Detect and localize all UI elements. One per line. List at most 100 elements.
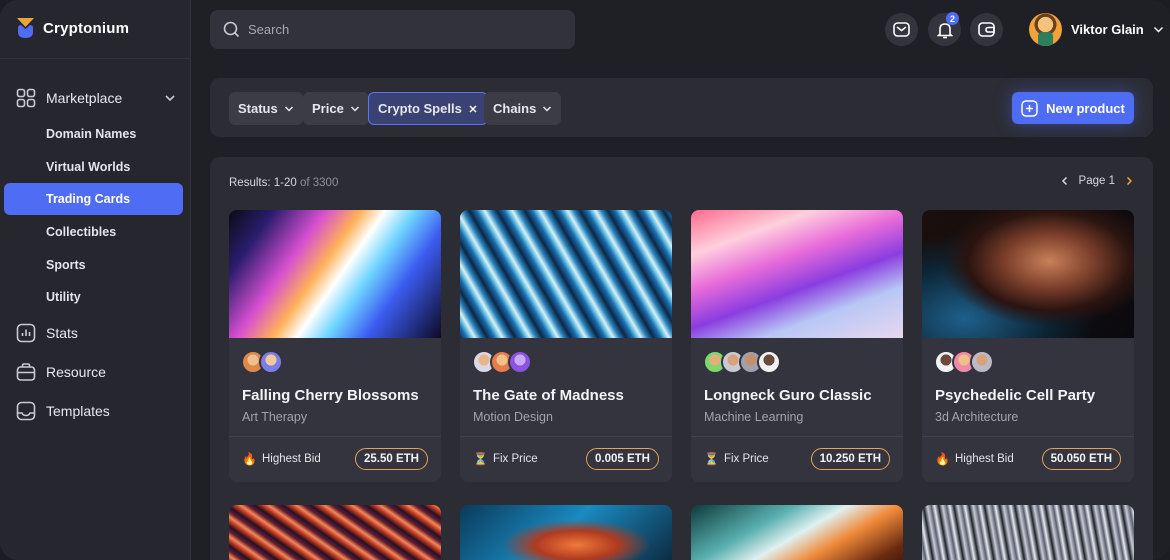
price-badge[interactable]: 0.005 ETH bbox=[586, 448, 659, 470]
wallet-button[interactable] bbox=[970, 13, 1003, 46]
results-count: Results: 1-20 of 3300 bbox=[229, 177, 338, 189]
user-menu[interactable]: Viktor Glain bbox=[1029, 13, 1164, 46]
sidebar-item-resource[interactable]: Resource bbox=[16, 361, 176, 383]
product-image[interactable] bbox=[922, 210, 1134, 338]
search-icon bbox=[223, 21, 240, 38]
product-card[interactable]: Falling Cherry Blossoms Art Therapy 🔥 Hi… bbox=[229, 210, 441, 482]
card-divider bbox=[229, 436, 441, 437]
product-title: Falling Cherry Blossoms bbox=[242, 387, 419, 404]
logo-icon bbox=[17, 18, 34, 38]
price-badge[interactable]: 25.50 ETH bbox=[355, 448, 428, 470]
product-card[interactable] bbox=[691, 505, 903, 560]
filter-label: Crypto Spells bbox=[378, 101, 462, 116]
bid-type: 🔥 Highest Bid bbox=[242, 452, 321, 466]
notification-count-badge: 2 bbox=[946, 12, 959, 25]
chevron-left-icon bbox=[1061, 176, 1067, 186]
fire-icon: 🔥 bbox=[935, 452, 950, 466]
search-bar[interactable] bbox=[210, 10, 575, 49]
bid-type-label: Fix Price bbox=[492, 453, 538, 465]
avatar bbox=[970, 350, 994, 374]
card-divider bbox=[460, 436, 672, 437]
product-image[interactable] bbox=[460, 210, 672, 338]
new-product-label: New product bbox=[1046, 100, 1125, 116]
sidebar-item-marketplace[interactable]: Marketplace bbox=[16, 87, 176, 109]
results-panel: Results: 1-20 of 3300 Page 1 Falling Che… bbox=[210, 157, 1153, 560]
filter-label: Price bbox=[312, 101, 344, 116]
app-name: Cryptonium bbox=[43, 19, 130, 37]
sidebar: Cryptonium Marketplace Domain Names Virt… bbox=[0, 0, 191, 560]
avatar bbox=[508, 350, 532, 374]
card-divider bbox=[922, 436, 1134, 437]
sidebar-item-label: Resource bbox=[46, 364, 106, 380]
product-title: The Gate of Madness bbox=[473, 387, 624, 404]
card-divider bbox=[691, 436, 903, 437]
chevron-down-icon bbox=[543, 105, 552, 112]
owner-avatars bbox=[934, 350, 994, 374]
chevron-down-icon bbox=[350, 105, 359, 112]
user-name: Viktor Glain bbox=[1071, 22, 1144, 37]
chevron-down-icon bbox=[284, 105, 293, 112]
sidebar-subitem-virtual-worlds[interactable]: Virtual Worlds bbox=[4, 151, 183, 183]
grid-icon bbox=[16, 88, 36, 108]
product-category: Art Therapy bbox=[242, 410, 308, 424]
chevron-right-icon bbox=[1126, 176, 1133, 186]
fire-icon: 🔥 bbox=[242, 452, 257, 466]
logo[interactable]: Cryptonium bbox=[16, 17, 129, 39]
sidebar-subitem-collectibles[interactable]: Collectibles bbox=[4, 216, 183, 248]
chevron-down-icon bbox=[1153, 26, 1163, 33]
sidebar-subitem-trading-cards[interactable]: Trading Cards bbox=[4, 183, 183, 215]
bid-type: ⏳ Fix Price bbox=[704, 452, 769, 466]
filter-label: Chains bbox=[493, 101, 537, 116]
stats-icon bbox=[16, 323, 36, 343]
hourglass-icon: ⏳ bbox=[473, 452, 488, 466]
sidebar-subitem-utility[interactable]: Utility bbox=[4, 281, 183, 313]
wallet-icon bbox=[978, 22, 995, 37]
sidebar-item-label: Marketplace bbox=[46, 90, 123, 106]
product-card[interactable]: Psychedelic Cell Party 3d Architecture 🔥… bbox=[922, 210, 1134, 482]
product-image[interactable] bbox=[229, 210, 441, 338]
pagination: Page 1 bbox=[1060, 175, 1134, 187]
sidebar-divider bbox=[0, 58, 191, 59]
search-input[interactable] bbox=[248, 22, 548, 37]
filter-status[interactable]: Status bbox=[229, 92, 303, 125]
notifications-button[interactable]: 2 bbox=[928, 12, 961, 46]
owner-avatars bbox=[241, 350, 283, 374]
product-image[interactable] bbox=[691, 210, 903, 338]
product-card[interactable] bbox=[460, 505, 672, 560]
product-title: Longneck Guro Classic bbox=[704, 387, 872, 404]
filter-price[interactable]: Price bbox=[303, 92, 369, 125]
price-badge[interactable]: 10.250 ETH bbox=[810, 448, 890, 470]
product-card[interactable]: Longneck Guro Classic Machine Learning ⏳… bbox=[691, 210, 903, 482]
sidebar-subitem-sports[interactable]: Sports bbox=[4, 249, 183, 281]
filter-bar: Status Price Crypto Spells Chains New pr… bbox=[210, 78, 1153, 137]
product-card[interactable]: The Gate of Madness Motion Design ⏳ Fix … bbox=[460, 210, 672, 482]
filter-crypto-spells[interactable]: Crypto Spells bbox=[368, 92, 488, 125]
bid-type: ⏳ Fix Price bbox=[473, 452, 538, 466]
avatar bbox=[1029, 13, 1062, 46]
filter-chains[interactable]: Chains bbox=[484, 92, 562, 125]
prev-page-button[interactable] bbox=[1060, 176, 1070, 186]
sidebar-item-stats[interactable]: Stats bbox=[16, 322, 176, 344]
sidebar-item-templates[interactable]: Templates bbox=[16, 400, 176, 422]
bid-type-label: Highest Bid bbox=[954, 453, 1014, 465]
templates-icon bbox=[16, 401, 36, 421]
close-icon[interactable] bbox=[468, 104, 478, 114]
avatar bbox=[259, 350, 283, 374]
product-title: Psychedelic Cell Party bbox=[935, 387, 1096, 404]
owner-avatars bbox=[472, 350, 532, 374]
sidebar-subitem-domain-names[interactable]: Domain Names bbox=[4, 118, 183, 150]
product-card[interactable] bbox=[229, 505, 441, 560]
app-window: Cryptonium Marketplace Domain Names Virt… bbox=[0, 0, 1170, 560]
bid-type-label: Fix Price bbox=[723, 453, 769, 465]
product-category: 3d Architecture bbox=[935, 410, 1019, 424]
new-product-button[interactable]: New product bbox=[1012, 92, 1134, 124]
page-label: Page 1 bbox=[1078, 175, 1115, 187]
avatar bbox=[757, 350, 781, 374]
chevron-down-icon[interactable] bbox=[164, 92, 176, 104]
product-card[interactable] bbox=[922, 505, 1134, 560]
price-badge[interactable]: 50.050 ETH bbox=[1041, 448, 1121, 470]
messages-button[interactable] bbox=[885, 13, 918, 46]
plus-icon bbox=[1021, 99, 1038, 117]
next-page-button[interactable] bbox=[1124, 176, 1134, 186]
sidebar-item-label: Templates bbox=[46, 403, 110, 419]
